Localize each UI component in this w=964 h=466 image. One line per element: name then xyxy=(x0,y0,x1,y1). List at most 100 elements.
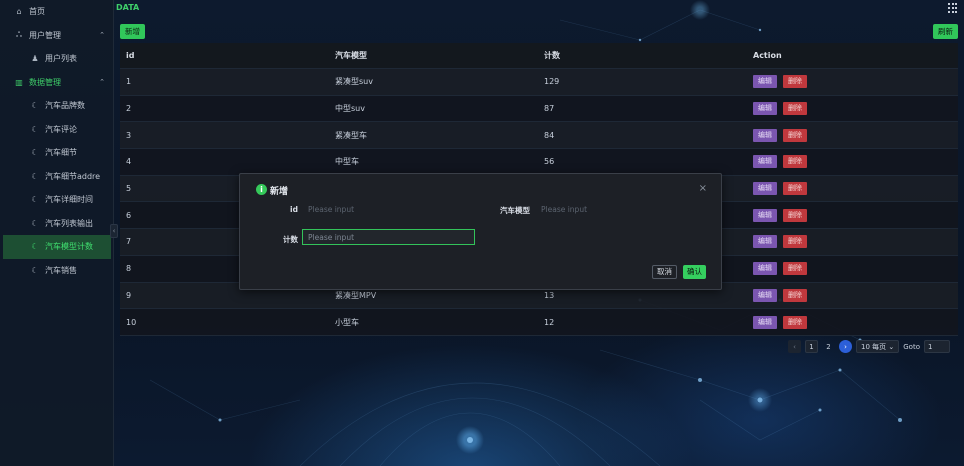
sidebar-item-label: 汽车细节 xyxy=(45,148,77,158)
cell-count: 84 xyxy=(544,130,555,140)
table-header-row: id 汽车模型 计数 Action xyxy=(120,43,958,69)
cell-count: 56 xyxy=(544,157,555,167)
cell-actions: 编辑 删除 xyxy=(747,155,958,169)
model-field[interactable] xyxy=(536,201,706,217)
chevron-up-icon: ⌃ xyxy=(99,31,105,40)
delete-button[interactable]: 删除 xyxy=(783,262,807,276)
sidebar-item-data-management[interactable]: ▥ 数据管理 ⌃ xyxy=(0,71,113,95)
delete-button[interactable]: 删除 xyxy=(783,102,807,116)
sidebar-item-label: 数据管理 xyxy=(29,77,61,87)
sidebar-item-car-sales[interactable]: ☾ 汽车销售 xyxy=(0,259,113,283)
sidebar-item-label: 用户管理 xyxy=(29,30,61,40)
moon-icon: ☾ xyxy=(31,148,39,158)
cell-model: 紧凑型MPV xyxy=(335,290,377,300)
column-header-model: 汽车模型 xyxy=(335,51,367,60)
next-page-button[interactable]: › xyxy=(839,340,852,353)
bar-chart-icon: ▥ xyxy=(15,77,23,87)
page-2-button[interactable]: 2 xyxy=(822,340,835,353)
id-field-label: id xyxy=(290,205,298,214)
cell-actions: 编辑 删除 xyxy=(747,182,958,196)
delete-button[interactable]: 删除 xyxy=(783,155,807,169)
top-bar: DATA xyxy=(114,0,964,17)
delete-button[interactable]: 删除 xyxy=(783,182,807,196)
pagination: ‹ 1 2 › 10 每页 ⌄ Goto 1 xyxy=(788,340,950,353)
sidebar-item-user-list[interactable]: ♟ 用户列表 xyxy=(0,47,113,71)
add-button[interactable]: 新增 xyxy=(120,24,145,39)
dialog-title: 新增 xyxy=(270,187,289,197)
goto-input[interactable]: 1 xyxy=(923,340,950,353)
sidebar-item-home[interactable]: ⌂ 首页 xyxy=(0,0,113,24)
column-header-count: 计数 xyxy=(544,51,560,60)
edit-button[interactable]: 编辑 xyxy=(753,208,777,222)
edit-button[interactable]: 编辑 xyxy=(753,288,777,302)
edit-button[interactable]: 编辑 xyxy=(753,75,777,89)
edit-button[interactable]: 编辑 xyxy=(753,128,777,142)
cell-actions: 编辑 删除 xyxy=(747,102,958,116)
sidebar-item-label: 汽车模型计数 xyxy=(45,242,93,252)
cell-actions: 编辑 删除 xyxy=(747,208,958,222)
cell-actions: 编辑 删除 xyxy=(747,235,958,249)
edit-button[interactable]: 编辑 xyxy=(753,235,777,249)
sidebar-item-car-list-output[interactable]: ☾ 汽车列表输出 xyxy=(0,212,113,236)
moon-icon: ☾ xyxy=(31,218,39,228)
sidebar-collapse-toggle[interactable]: ‹ xyxy=(110,224,118,238)
moon-icon: ☾ xyxy=(31,195,39,205)
delete-button[interactable]: 删除 xyxy=(783,235,807,249)
table-row: 1 紧凑型suv 129 编辑 删除 xyxy=(120,69,958,96)
sidebar-item-car-details[interactable]: ☾ 汽车细节 xyxy=(0,141,113,165)
count-field-label: 计数 xyxy=(283,235,298,244)
cell-id: 9 xyxy=(126,290,132,300)
info-icon: i xyxy=(256,184,267,195)
cell-actions: 编辑 删除 xyxy=(747,128,958,142)
sidebar-item-label: 汽车品牌数 xyxy=(45,101,85,111)
chevron-down-icon: ⌄ xyxy=(888,342,895,351)
page-1-button[interactable]: 1 xyxy=(805,340,818,353)
id-field[interactable] xyxy=(303,201,473,217)
moon-icon: ☾ xyxy=(31,265,39,275)
cancel-button[interactable]: 取消 xyxy=(652,265,677,279)
delete-button[interactable]: 删除 xyxy=(783,208,807,222)
table-row: 3 紧凑型车 84 编辑 删除 xyxy=(120,122,958,150)
column-header-id: id xyxy=(126,51,135,60)
delete-button[interactable]: 删除 xyxy=(783,288,807,302)
cell-id: 1 xyxy=(126,77,132,87)
sidebar-item-car-detail-time[interactable]: ☾ 汽车详细时间 xyxy=(0,188,113,212)
cell-count: 87 xyxy=(544,104,555,114)
edit-button[interactable]: 编辑 xyxy=(753,182,777,196)
edit-button[interactable]: 编辑 xyxy=(753,315,777,329)
sidebar-item-label: 首页 xyxy=(29,7,45,17)
cell-model: 紧凑型suv xyxy=(335,77,373,87)
table-row: 10 小型车 12 编辑 删除 xyxy=(120,309,958,336)
cell-id: 4 xyxy=(126,157,132,167)
sidebar-item-user-management[interactable]: ஃ 用户管理 ⌃ xyxy=(0,24,113,48)
edit-button[interactable]: 编辑 xyxy=(753,262,777,276)
page-size-select[interactable]: 10 每页 ⌄ xyxy=(856,340,900,353)
apps-grid-icon[interactable] xyxy=(948,3,958,13)
cell-count: 12 xyxy=(544,317,555,327)
cell-model: 中型车 xyxy=(335,157,359,167)
edit-button[interactable]: 编辑 xyxy=(753,102,777,116)
delete-button[interactable]: 删除 xyxy=(783,128,807,142)
cell-model: 小型车 xyxy=(335,317,359,327)
cell-id: 2 xyxy=(126,104,132,114)
close-icon[interactable]: × xyxy=(699,183,707,194)
refresh-button[interactable]: 刷新 xyxy=(933,24,958,39)
cell-model: 紧凑型车 xyxy=(335,130,367,140)
count-field[interactable] xyxy=(302,229,475,245)
sidebar-item-label: 汽车细节addre xyxy=(45,171,101,181)
sidebar-item-car-details-address[interactable]: ☾ 汽车细节addre xyxy=(0,165,113,189)
cell-model: 中型suv xyxy=(335,104,365,114)
delete-button[interactable]: 删除 xyxy=(783,75,807,89)
delete-button[interactable]: 删除 xyxy=(783,315,807,329)
confirm-button[interactable]: 确认 xyxy=(683,265,706,279)
sidebar-item-label: 汽车列表输出 xyxy=(45,218,93,228)
prev-page-button[interactable]: ‹ xyxy=(788,340,801,353)
cell-actions: 编辑 删除 xyxy=(747,262,958,276)
sidebar-item-car-model-count[interactable]: ☾ 汽车模型计数 xyxy=(3,235,111,259)
cell-count: 13 xyxy=(544,290,555,300)
users-icon: ஃ xyxy=(15,30,23,40)
model-field-label: 汽车模型 xyxy=(500,206,530,215)
sidebar-item-car-comments[interactable]: ☾ 汽车评论 xyxy=(0,118,113,142)
sidebar-item-car-brand-count[interactable]: ☾ 汽车品牌数 xyxy=(0,94,113,118)
edit-button[interactable]: 编辑 xyxy=(753,155,777,169)
